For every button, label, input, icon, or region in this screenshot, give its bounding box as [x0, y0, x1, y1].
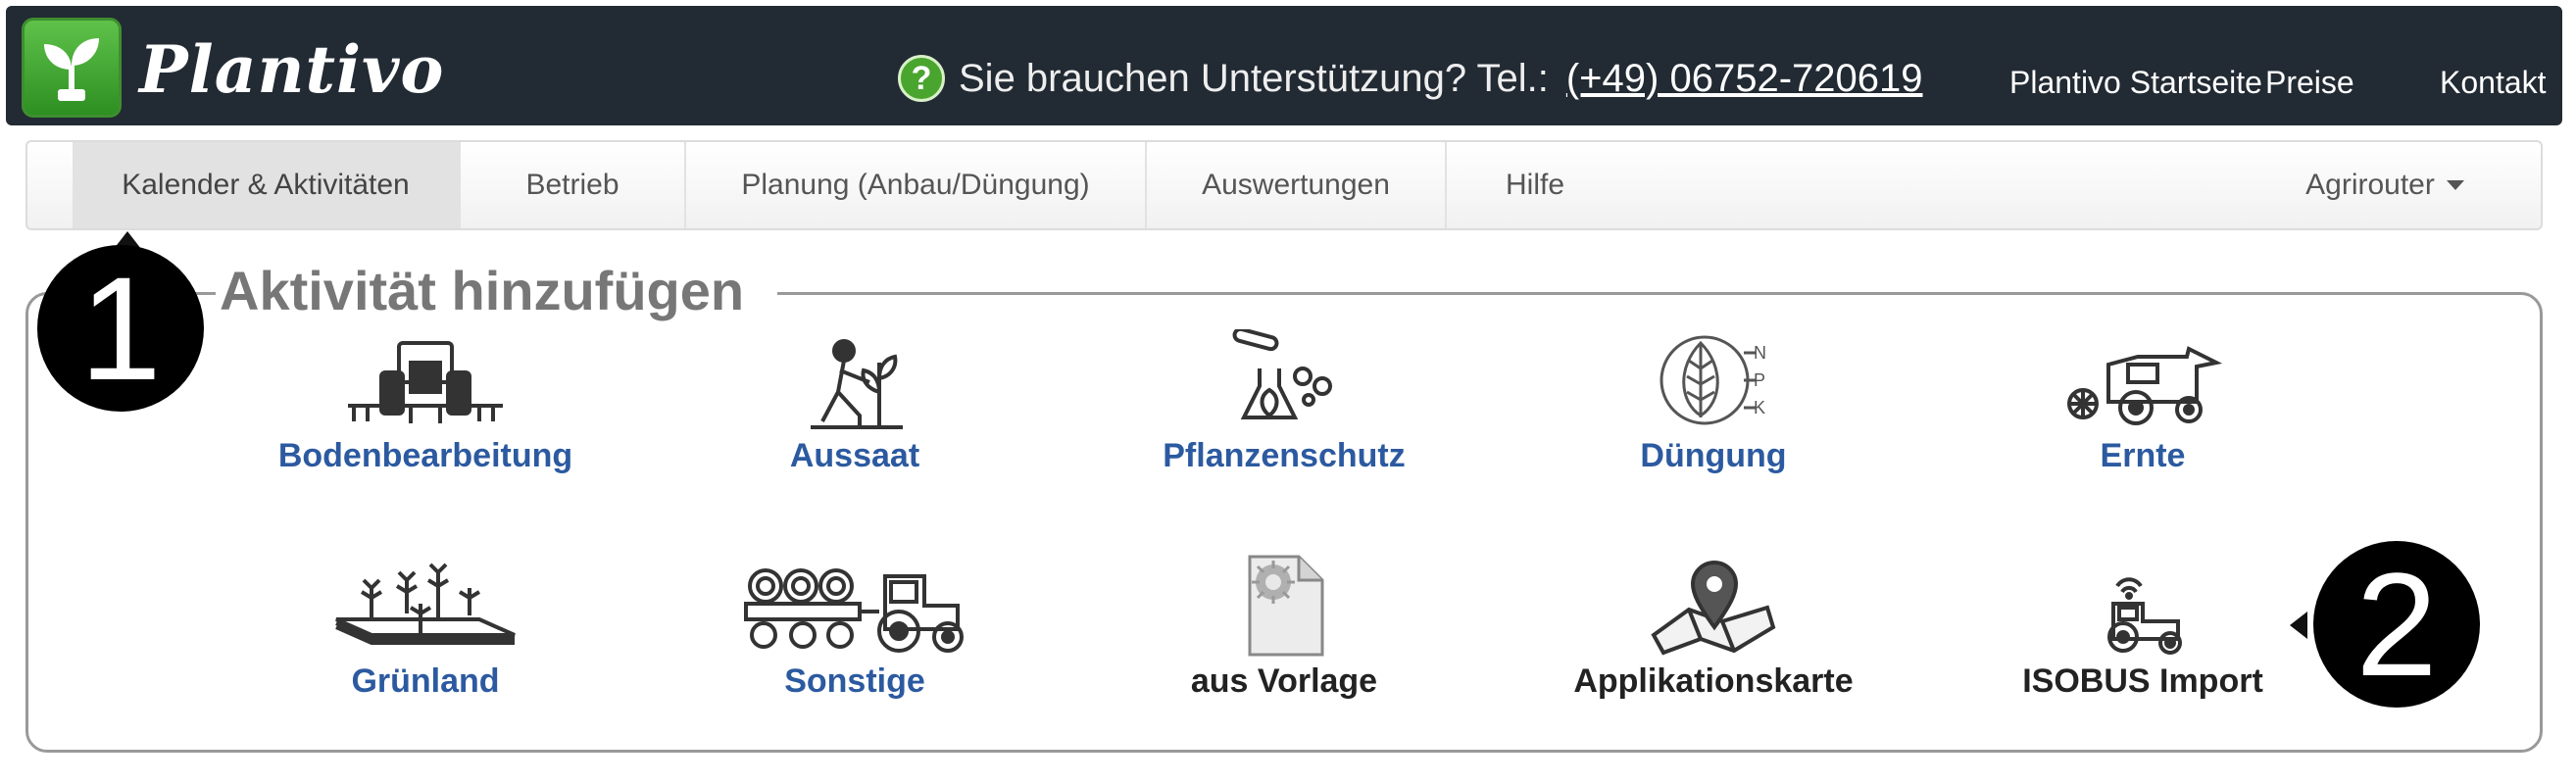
tab-planung[interactable]: Planung (Anbau/Düngung) — [686, 142, 1147, 228]
activity-label: Applikationskarte — [1573, 662, 1854, 700]
farmer-planting-icon — [801, 323, 909, 431]
activity-aus-vorlage[interactable]: aus Vorlage — [1088, 549, 1480, 701]
activity-label: Düngung — [1640, 437, 1787, 474]
contact-link[interactable]: Kontakt — [2440, 65, 2547, 101]
pricing-link[interactable]: Preise — [2265, 65, 2354, 101]
grassland-plants-icon — [332, 549, 519, 657]
support-info: ? Sie brauchen Unterstützung? Tel.: (+49… — [898, 55, 1923, 102]
activity-gruenland[interactable]: Grünland — [229, 549, 621, 701]
support-phone-link[interactable]: (+49) 06752-720619 — [1566, 57, 1923, 101]
lab-flask-icon — [1230, 323, 1338, 431]
activity-label: Bodenbearbeitung — [277, 437, 573, 474]
activity-duengung[interactable]: N P K Düngung — [1517, 323, 1909, 475]
activity-label: ISOBUS Import — [2022, 662, 2263, 700]
tab-betrieb[interactable]: Betrieb — [461, 142, 686, 228]
callout-badge-1: 1 — [37, 245, 204, 412]
tab-kalender-aktivitaeten[interactable]: Kalender & Aktivitäten — [73, 142, 461, 228]
tab-hilfe[interactable]: Hilfe — [1447, 142, 1623, 228]
tractor-cultivator-icon — [342, 323, 509, 431]
activity-ernte[interactable]: Ernte — [1947, 323, 2339, 475]
activity-sonstige[interactable]: Sonstige — [659, 549, 1051, 701]
activity-label: Grünland — [351, 662, 500, 700]
plantivo-logo-icon[interactable] — [22, 18, 122, 118]
caret-down-icon — [2446, 180, 2464, 190]
plantivo-home-link[interactable]: Plantivo Startseite — [2009, 65, 2262, 101]
template-document-icon — [1240, 549, 1328, 657]
tab-auswertungen[interactable]: Auswertungen — [1147, 142, 1447, 228]
main-nav-tabs: Kalender & Aktivitäten Betrieb Planung (… — [25, 140, 2543, 230]
question-icon: ? — [898, 55, 945, 102]
brand-name[interactable]: Plantivo — [139, 31, 444, 108]
activity-label: aus Vorlage — [1190, 662, 1378, 700]
npk-leaf-icon: N P K — [1660, 323, 1767, 431]
wireless-tractor-icon — [2096, 549, 2190, 657]
activity-pflanzenschutz[interactable]: Pflanzenschutz — [1088, 323, 1480, 475]
activity-label: Sonstige — [784, 662, 925, 700]
activity-applikationskarte[interactable]: Applikationskarte — [1517, 549, 1909, 701]
activity-aussaat[interactable]: Aussaat — [659, 323, 1051, 475]
agrirouter-label: Agrirouter — [2305, 169, 2435, 201]
activity-bodenbearbeitung[interactable]: Bodenbearbeitung — [229, 323, 621, 475]
top-header: Plantivo ? Sie brauchen Unterstützung? T… — [6, 6, 2562, 125]
support-text: Sie brauchen Unterstützung? Tel.: — [959, 56, 1549, 100]
activity-label: Ernte — [2100, 437, 2186, 474]
combine-harvester-icon — [2059, 323, 2226, 431]
svg-text:K: K — [1754, 398, 1765, 417]
panel-title: Aktivität hinzufügen — [216, 259, 778, 322]
svg-text:N: N — [1754, 343, 1766, 363]
activity-label: Aussaat — [789, 437, 920, 474]
svg-text:P: P — [1754, 370, 1765, 390]
activity-isobus-import[interactable]: ISOBUS Import — [1947, 549, 2339, 701]
map-pin-icon — [1650, 549, 1777, 657]
tab-agrirouter-dropdown[interactable]: Agrirouter — [2262, 142, 2507, 228]
tractor-hay-trailer-icon — [742, 549, 967, 657]
activity-label: Pflanzenschutz — [1163, 437, 1406, 474]
